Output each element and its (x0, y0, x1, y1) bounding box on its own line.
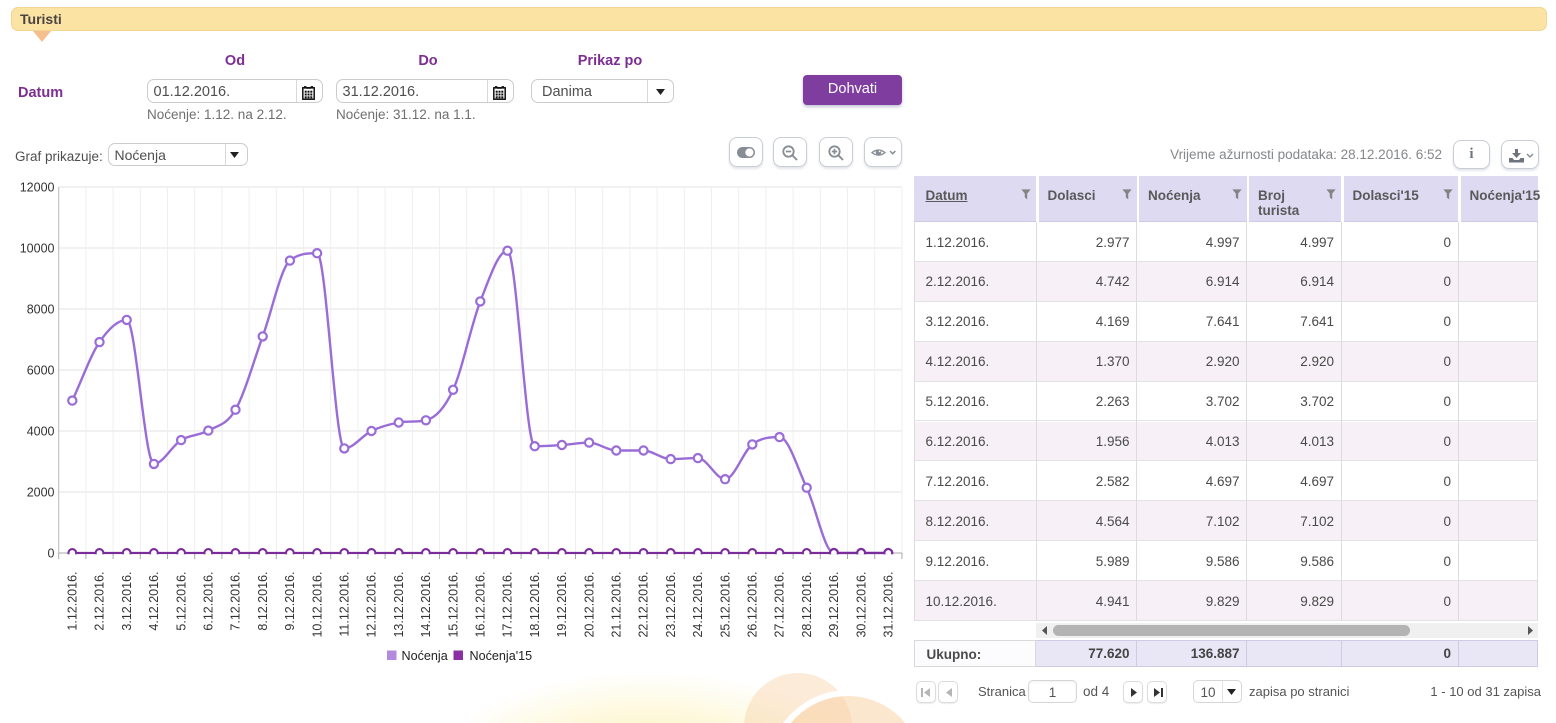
svg-text:10.12.2016.: 10.12.2016. (310, 572, 324, 638)
svg-text:29.12.2016.: 29.12.2016. (827, 572, 841, 638)
svg-text:6.12.2016.: 6.12.2016. (202, 572, 216, 631)
svg-text:11.12.2016.: 11.12.2016. (338, 572, 352, 637)
svg-text:14.12.2016.: 14.12.2016. (419, 572, 433, 638)
svg-text:24.12.2016.: 24.12.2016. (691, 572, 705, 638)
svg-text:22.12.2016.: 22.12.2016. (637, 572, 651, 638)
svg-text:17.12.2016.: 17.12.2016. (501, 572, 515, 638)
svg-text:20.12.2016.: 20.12.2016. (582, 572, 596, 638)
svg-text:25.12.2016.: 25.12.2016. (718, 572, 732, 638)
svg-text:0: 0 (48, 546, 55, 560)
svg-text:18.12.2016.: 18.12.2016. (528, 572, 542, 638)
svg-text:1.12.2016.: 1.12.2016. (66, 572, 80, 631)
svg-text:12.12.2016.: 12.12.2016. (365, 572, 379, 638)
svg-text:6000: 6000 (27, 363, 55, 377)
svg-text:4000: 4000 (27, 424, 55, 438)
svg-text:5.12.2016.: 5.12.2016. (174, 572, 188, 631)
svg-text:3.12.2016.: 3.12.2016. (120, 572, 134, 631)
svg-text:7.12.2016.: 7.12.2016. (229, 572, 243, 631)
svg-text:16.12.2016.: 16.12.2016. (474, 572, 488, 638)
svg-text:10000: 10000 (20, 241, 55, 255)
svg-text:2.12.2016.: 2.12.2016. (93, 572, 107, 631)
svg-text:8.12.2016.: 8.12.2016. (256, 572, 270, 631)
svg-text:8000: 8000 (27, 302, 55, 316)
svg-text:9.12.2016.: 9.12.2016. (283, 572, 297, 631)
svg-text:26.12.2016.: 26.12.2016. (746, 572, 760, 638)
svg-text:27.12.2016.: 27.12.2016. (773, 572, 787, 638)
svg-text:31.12.2016.: 31.12.2016. (882, 572, 896, 638)
svg-text:Noćenja: Noćenja (402, 649, 448, 663)
svg-text:28.12.2016.: 28.12.2016. (800, 572, 814, 638)
svg-text:23.12.2016.: 23.12.2016. (664, 572, 678, 638)
svg-text:30.12.2016.: 30.12.2016. (854, 572, 868, 638)
svg-text:2000: 2000 (27, 485, 55, 499)
svg-text:4.12.2016.: 4.12.2016. (147, 572, 161, 631)
svg-text:21.12.2016.: 21.12.2016. (610, 572, 624, 638)
svg-text:13.12.2016.: 13.12.2016. (392, 572, 406, 638)
svg-text:Noćenja'15: Noćenja'15 (470, 649, 533, 663)
svg-text:19.12.2016.: 19.12.2016. (555, 572, 569, 638)
svg-text:15.12.2016.: 15.12.2016. (446, 572, 460, 638)
svg-text:12000: 12000 (20, 180, 55, 194)
